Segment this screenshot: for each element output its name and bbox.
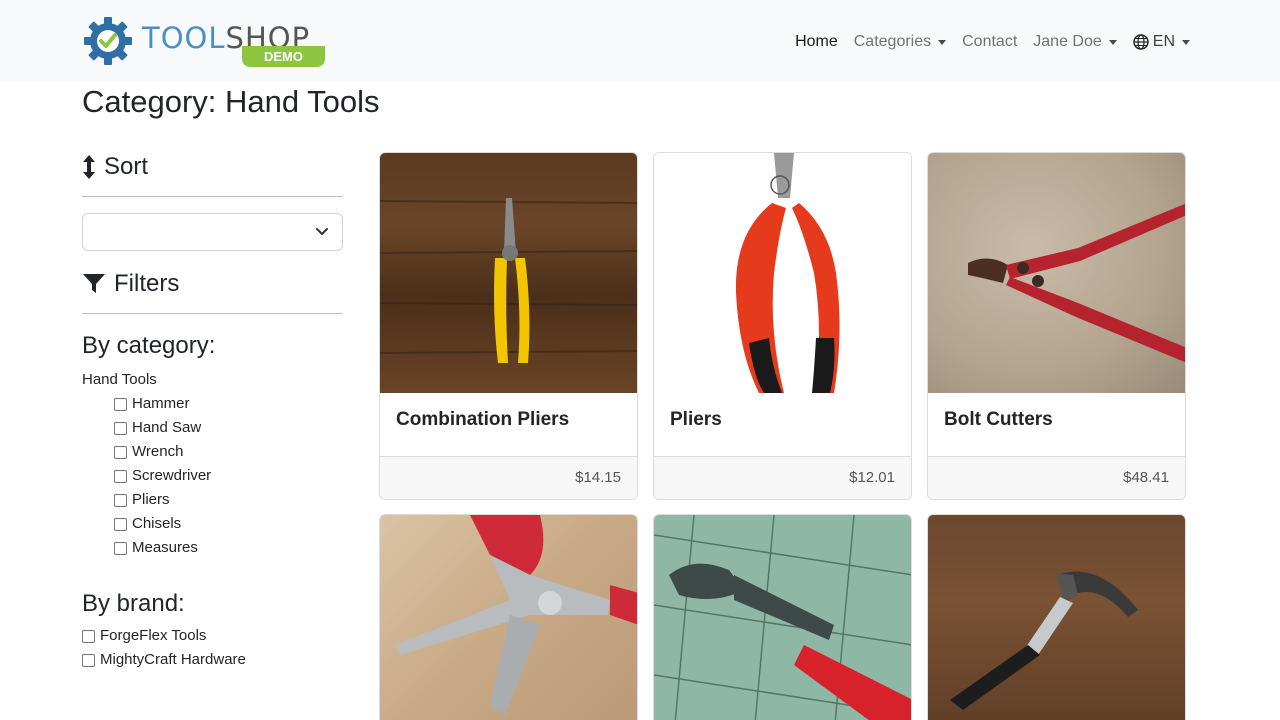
product-image — [380, 515, 637, 720]
product-image — [654, 153, 911, 393]
checkbox[interactable] — [82, 629, 95, 643]
navbar: TOOLSHOP DEMO Home Categories Contact Ja… — [0, 0, 1280, 81]
checkbox[interactable] — [114, 517, 127, 531]
product-image — [654, 515, 911, 720]
caret-down-icon — [1182, 39, 1190, 45]
category-checkbox-pliers[interactable]: Pliers — [82, 488, 343, 512]
product-price: $12.01 — [654, 457, 911, 499]
filter-funnel-icon — [83, 274, 105, 293]
brand-checkbox-forgeflex[interactable]: ForgeFlex Tools — [82, 624, 343, 648]
filters-heading-label: Filters — [114, 270, 180, 297]
checkbox-label: MightyCraft Hardware — [100, 651, 246, 668]
nav-home[interactable]: Home — [787, 31, 846, 53]
logo-demo-badge: DEMO — [242, 46, 325, 67]
category-checkbox-measures[interactable]: Measures — [82, 536, 343, 560]
product-price: $48.41 — [928, 457, 1185, 499]
nav-language-label: EN — [1152, 33, 1175, 50]
by-category-heading: By category: — [82, 332, 216, 359]
product-name[interactable]: Pliers — [654, 393, 911, 457]
divider — [82, 196, 343, 197]
category-checkbox-chisels[interactable]: Chisels — [82, 512, 343, 536]
checkbox[interactable] — [114, 421, 127, 435]
checkbox-label: Measures — [132, 539, 198, 556]
filters-heading: Filters — [82, 267, 343, 301]
checkbox[interactable] — [82, 653, 95, 667]
category-checkbox-hand-saw[interactable]: Hand Saw — [82, 416, 343, 440]
nav-user-label: Jane Doe — [1033, 33, 1102, 50]
nav-language-dropdown[interactable]: EN — [1125, 31, 1198, 53]
main-nav: Home Categories Contact Jane Doe EN — [787, 31, 1198, 53]
divider — [82, 313, 343, 314]
chevron-down-icon — [316, 228, 328, 235]
nav-categories-dropdown[interactable]: Categories — [846, 31, 954, 53]
category-checkbox-screwdriver[interactable]: Screwdriver — [82, 464, 343, 488]
by-brand-heading: By brand: — [82, 590, 185, 617]
checkbox-label: Hammer — [132, 395, 190, 412]
brand-checkbox-mightycraft[interactable]: MightyCraft Hardware — [82, 648, 343, 672]
category-checkbox-hammer[interactable]: Hammer — [82, 392, 343, 416]
product-card[interactable]: Pliers $12.01 — [653, 152, 912, 500]
checkbox-label: Screwdriver — [132, 467, 212, 484]
product-card[interactable] — [653, 514, 912, 720]
category-checkbox-wrench[interactable]: Wrench — [82, 440, 343, 464]
checkbox[interactable] — [114, 541, 127, 555]
nav-user-dropdown[interactable]: Jane Doe — [1025, 31, 1125, 53]
product-card[interactable]: Bolt Cutters $48.41 — [927, 152, 1186, 500]
sort-arrows-icon — [83, 155, 95, 179]
category-checkbox-list: Hammer Hand Saw Wrench Screwdriver Plier… — [82, 392, 343, 560]
checkbox[interactable] — [114, 445, 127, 459]
sort-select[interactable] — [82, 213, 343, 251]
caret-down-icon — [1108, 39, 1117, 45]
sort-heading: Sort — [82, 150, 343, 184]
product-card[interactable]: Combination Pliers $14.15 — [379, 152, 638, 500]
checkbox[interactable] — [114, 397, 127, 411]
gear-check-icon — [84, 17, 132, 65]
product-price: $14.15 — [380, 457, 637, 499]
product-image — [928, 515, 1185, 720]
product-image — [380, 153, 637, 393]
nav-categories-label: Categories — [853, 33, 932, 50]
caret-down-icon — [938, 39, 947, 45]
product-card[interactable] — [379, 514, 638, 720]
sidebar: Sort Filters By category: Hand Tools Ham… — [82, 150, 343, 672]
product-name[interactable]: Bolt Cutters — [928, 393, 1185, 457]
nav-home-label: Home — [795, 33, 838, 50]
checkbox-label: Chisels — [132, 515, 182, 532]
checkbox-label: Wrench — [132, 443, 184, 460]
checkbox-label: Hand Saw — [132, 419, 202, 436]
logo[interactable]: TOOLSHOP DEMO — [82, 13, 328, 69]
checkbox[interactable] — [114, 493, 127, 507]
nav-contact[interactable]: Contact — [954, 31, 1025, 53]
category-root-label: Hand Tools — [82, 371, 157, 388]
page-title: Category: Hand Tools — [82, 84, 380, 119]
product-image — [928, 153, 1185, 393]
brand-checkbox-list: ForgeFlex Tools MightyCraft Hardware — [82, 624, 343, 672]
checkbox-label: Pliers — [132, 491, 170, 508]
product-card[interactable] — [927, 514, 1186, 720]
product-name[interactable]: Combination Pliers — [380, 393, 637, 457]
checkbox-label: ForgeFlex Tools — [100, 627, 207, 644]
checkbox[interactable] — [114, 469, 127, 483]
sort-heading-label: Sort — [104, 153, 149, 180]
globe-icon — [1133, 34, 1149, 50]
nav-contact-label: Contact — [962, 33, 1018, 50]
